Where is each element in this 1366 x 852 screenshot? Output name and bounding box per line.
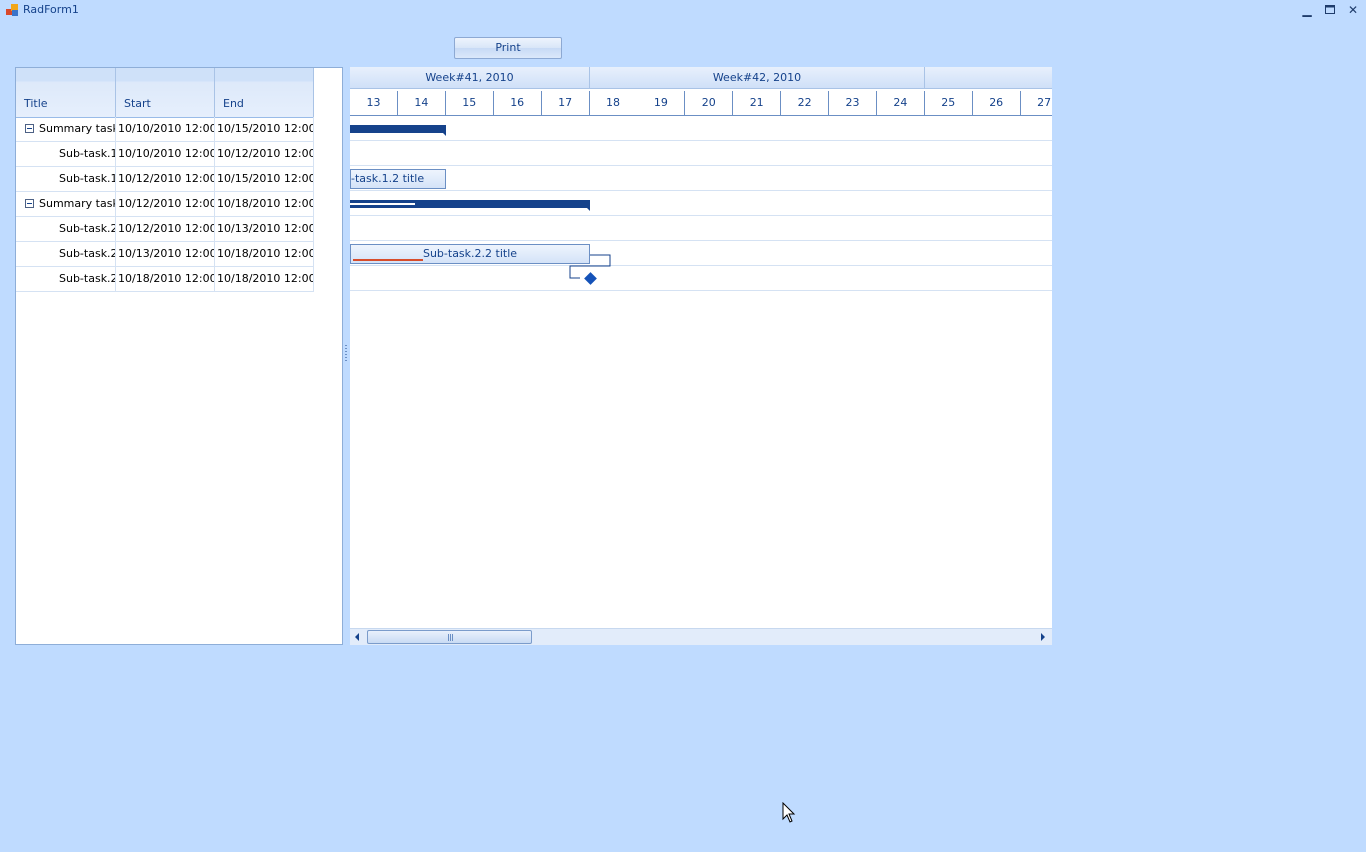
cell-start[interactable]: 10/10/2010 12:00: bbox=[116, 142, 215, 166]
table-row[interactable]: Sub-task.2 10/12/2010 12:00: 10/13/2010 12… bbox=[16, 217, 314, 242]
splitter-grip-icon bbox=[345, 345, 347, 363]
collapse-icon[interactable] bbox=[25, 199, 34, 208]
table-row[interactable]: Sub-task.2 10/13/2010 12:00: 10/18/2010 12… bbox=[16, 242, 314, 267]
cell-title[interactable]: Sub-task.2 bbox=[16, 217, 116, 241]
day-header: 15 bbox=[445, 91, 494, 116]
cell-end[interactable]: 10/15/2010 12:00: bbox=[215, 117, 314, 141]
cell-start[interactable]: 10/12/2010 12:00: bbox=[116, 167, 215, 191]
day-header: 22 bbox=[781, 91, 830, 116]
day-header: 23 bbox=[829, 91, 877, 116]
column-header-label: Start bbox=[124, 97, 151, 110]
collapse-icon[interactable] bbox=[25, 124, 34, 133]
table-row[interactable]: Sub-task.2 10/18/2010 12:00: 10/18/2010 12… bbox=[16, 267, 314, 292]
grid-header: Title Start End bbox=[16, 68, 314, 118]
cell-end[interactable]: 10/13/2010 12:00: bbox=[215, 217, 314, 241]
day-header: 20 bbox=[685, 91, 734, 116]
cell-title-text: Sub-task.2 bbox=[59, 272, 116, 285]
cell-title-text: Sub-task.1 bbox=[59, 147, 116, 160]
app-icon bbox=[6, 4, 18, 16]
day-header: 21 bbox=[733, 91, 782, 116]
cell-title-text: Sub-task.1 bbox=[59, 172, 116, 185]
column-header-start[interactable]: Start bbox=[116, 68, 215, 117]
column-header-end[interactable]: End bbox=[215, 68, 314, 117]
day-header: 26 bbox=[972, 91, 1021, 116]
table-row[interactable]: Summary task. 10/12/2010 12:00: 10/18/2010… bbox=[16, 192, 314, 217]
summary-progress bbox=[350, 203, 415, 205]
summary-task-bar[interactable] bbox=[350, 200, 590, 211]
scroll-thumb[interactable] bbox=[367, 630, 532, 644]
maximize-icon[interactable] bbox=[1320, 2, 1340, 18]
cell-start[interactable]: 10/12/2010 12:00: bbox=[116, 217, 215, 241]
cell-title-text: Sub-task.2 bbox=[59, 247, 116, 260]
timeline-header: Week#41, 2010 Week#42, 2010 13 14 15 16 17 18… bbox=[350, 67, 1052, 116]
cell-end[interactable]: 10/18/2010 12:00: bbox=[215, 242, 314, 266]
day-header: 16 bbox=[493, 91, 542, 116]
panel-splitter[interactable] bbox=[343, 67, 350, 645]
timeline-row bbox=[350, 116, 1052, 141]
day-header: 25 bbox=[924, 91, 973, 116]
task-grid[interactable]: Title Start End Summary task. 10/10/2010 … bbox=[15, 67, 343, 645]
title-bar: RadForm1 ▁ ✕ bbox=[0, 0, 1366, 22]
minimize-icon[interactable]: ▁ bbox=[1297, 2, 1317, 18]
cell-title[interactable]: Sub-task.2 bbox=[16, 242, 116, 266]
day-header: 13 bbox=[350, 91, 398, 116]
cell-title-text: Summary task. bbox=[39, 122, 116, 135]
day-header: 17 bbox=[541, 91, 590, 116]
close-icon[interactable]: ✕ bbox=[1343, 2, 1363, 18]
day-header: 24 bbox=[876, 91, 925, 116]
cell-end[interactable]: 10/18/2010 12:00: bbox=[215, 267, 314, 291]
cell-title-text: Sub-task.2 bbox=[59, 222, 116, 235]
table-row[interactable]: Summary task. 10/10/2010 12:00: 10/15/2010… bbox=[16, 117, 314, 142]
day-header: 27 bbox=[1020, 91, 1052, 116]
cell-start[interactable]: 10/12/2010 12:00: bbox=[116, 192, 215, 216]
cell-start[interactable]: 10/13/2010 12:00: bbox=[116, 242, 215, 266]
subtask-bar[interactable]: -task.1.2 title bbox=[350, 169, 446, 189]
cell-title[interactable]: Summary task. bbox=[16, 117, 116, 141]
subtask-bar[interactable]: Sub-task.2.2 title bbox=[350, 244, 590, 264]
scroll-right-icon[interactable] bbox=[1041, 633, 1045, 641]
print-button[interactable]: Print bbox=[454, 37, 562, 59]
subtask-bar-label: -task.1.2 title bbox=[351, 172, 425, 185]
mouse-pointer-icon bbox=[782, 802, 796, 823]
timeline-row bbox=[350, 216, 1052, 241]
cell-title[interactable]: Summary task. bbox=[16, 192, 116, 216]
thumb-grip-icon bbox=[448, 634, 453, 641]
day-header: 19 bbox=[637, 91, 686, 116]
cell-end[interactable]: 10/15/2010 12:00: bbox=[215, 167, 314, 191]
horizontal-scrollbar[interactable] bbox=[350, 628, 1052, 645]
cell-start[interactable]: 10/18/2010 12:00: bbox=[116, 267, 215, 291]
cell-start[interactable]: 10/10/2010 12:00: bbox=[116, 117, 215, 141]
table-row[interactable]: Sub-task.1 10/12/2010 12:00: 10/15/2010 12… bbox=[16, 167, 314, 192]
week-header: Week#41, 2010 bbox=[350, 67, 590, 89]
cell-title[interactable]: Sub-task.1 bbox=[16, 142, 116, 166]
cell-end[interactable]: 10/12/2010 12:00: bbox=[215, 142, 314, 166]
summary-bar-end-icon bbox=[443, 133, 446, 136]
day-header: 18 bbox=[589, 91, 638, 116]
scroll-left-icon[interactable] bbox=[355, 633, 359, 641]
column-header-label: End bbox=[223, 97, 244, 110]
gantt-timeline[interactable]: Week#41, 2010 Week#42, 2010 13 14 15 16 17 18… bbox=[350, 67, 1052, 645]
timeline-row bbox=[350, 266, 1052, 291]
cell-end[interactable]: 10/18/2010 12:00: bbox=[215, 192, 314, 216]
summary-task-bar[interactable] bbox=[350, 125, 446, 136]
subtask-bar-label: Sub-task.2.2 title bbox=[422, 247, 518, 260]
task-progress bbox=[353, 259, 423, 261]
summary-bar-end-icon bbox=[587, 208, 590, 211]
column-header-label: Title bbox=[24, 97, 48, 110]
timeline-row bbox=[350, 141, 1052, 166]
column-header-title[interactable]: Title bbox=[16, 68, 116, 117]
cell-title[interactable]: Sub-task.1 bbox=[16, 167, 116, 191]
table-row[interactable]: Sub-task.1 10/10/2010 12:00: 10/12/2010 12… bbox=[16, 142, 314, 167]
window-title: RadForm1 bbox=[23, 3, 79, 16]
cell-title[interactable]: Sub-task.2 bbox=[16, 267, 116, 291]
day-header: 14 bbox=[397, 91, 446, 116]
week-header bbox=[925, 67, 1052, 89]
timeline-row bbox=[350, 166, 1052, 191]
cell-title-text: Summary task. bbox=[39, 197, 116, 210]
week-header: Week#42, 2010 bbox=[590, 67, 925, 89]
